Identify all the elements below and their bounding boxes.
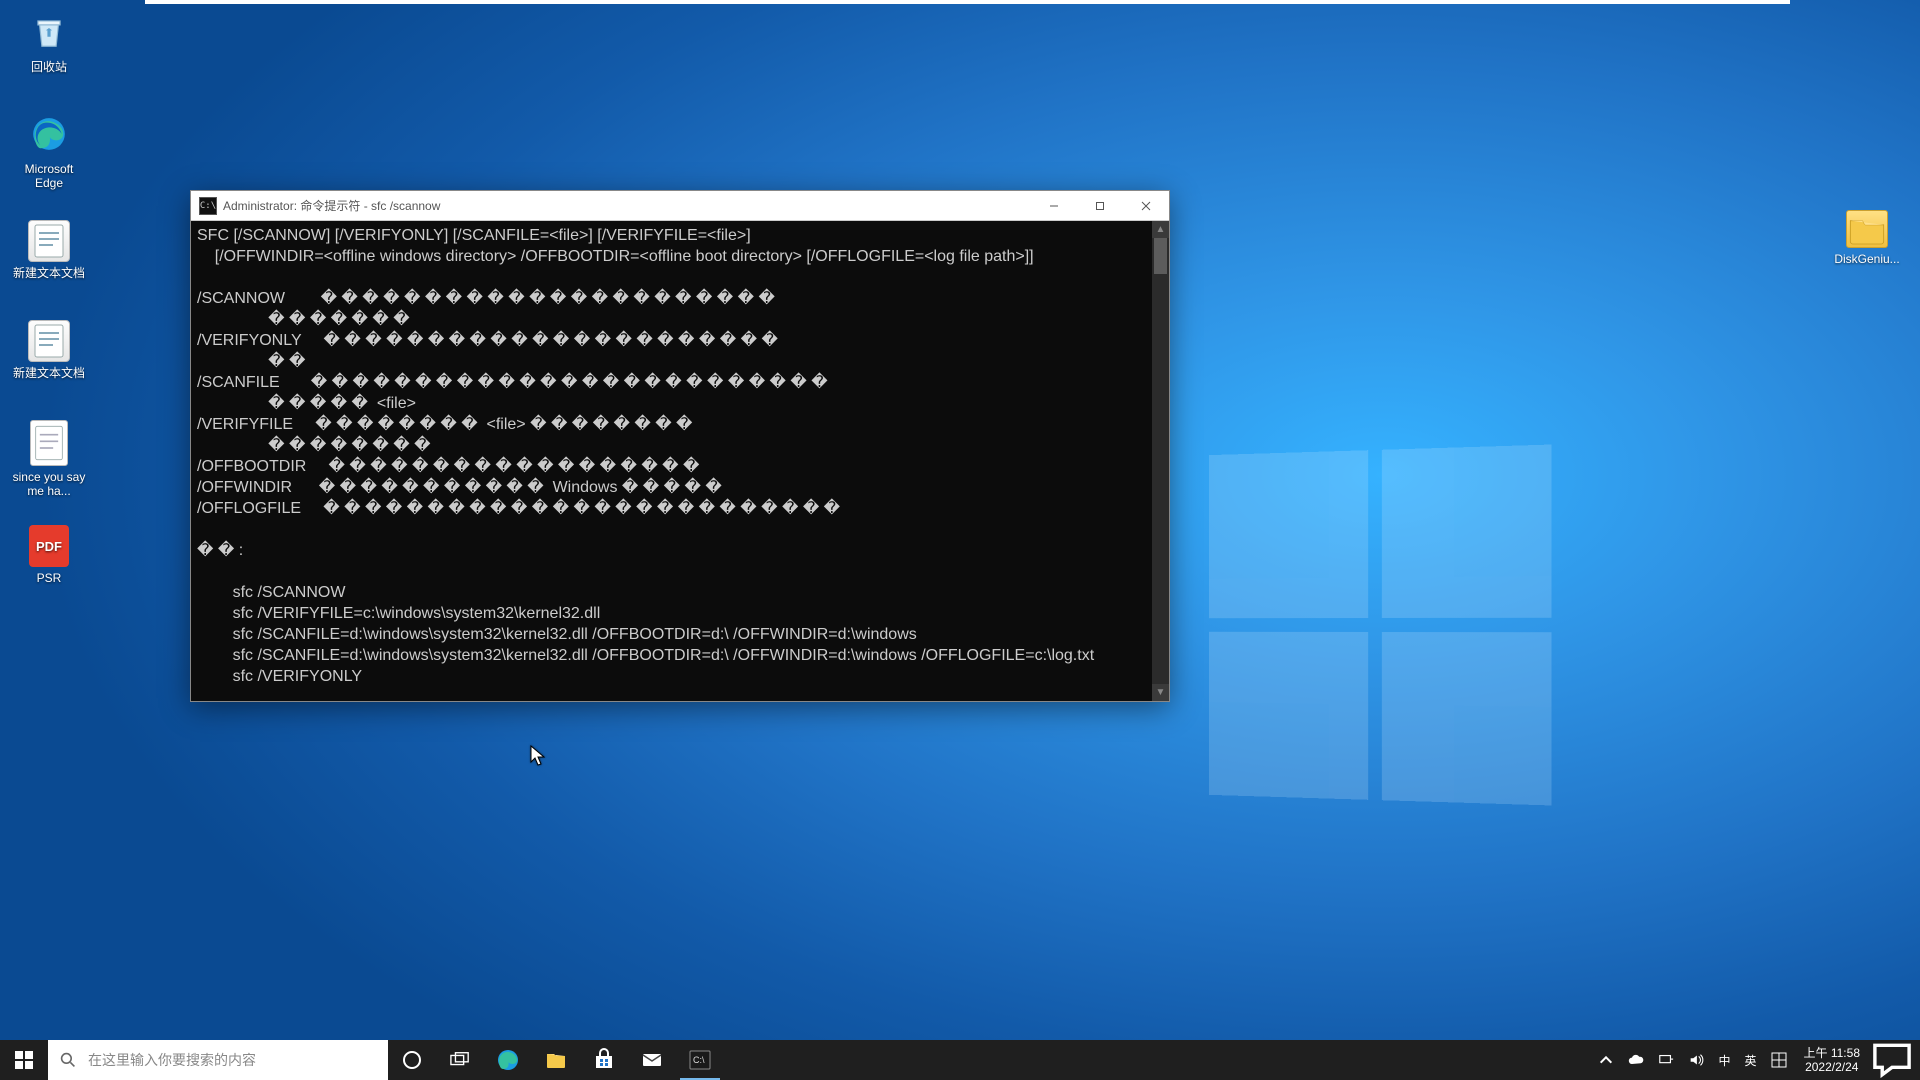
taskbar-date: 2022/2/24 (1804, 1060, 1860, 1074)
taskbar-app-edge[interactable] (484, 1040, 532, 1080)
scroll-thumb[interactable] (1154, 238, 1167, 274)
top-white-strip (145, 0, 1790, 4)
desktop-icon-diskgenius[interactable]: DiskGeniu... (1828, 210, 1906, 266)
cmd-line: sfc /VERIFYONLY (197, 668, 362, 685)
edge-icon (496, 1048, 520, 1072)
system-tray[interactable]: 中 英 上午 11:58 2022/2/24 (1591, 1040, 1920, 1080)
cmd-line: SFC [/SCANNOW] [/VERIFYONLY] [/SCANFILE=… (197, 227, 751, 244)
desktop-icon-label: Microsoft Edge (10, 162, 88, 190)
network-icon (1658, 1052, 1674, 1068)
desktop-icon-label: since you say me ha... (10, 470, 88, 498)
close-button[interactable] (1123, 191, 1169, 221)
desktop-icon-psr-pdf[interactable]: PDF PSR (10, 525, 88, 585)
desktop-icon-recycle-bin[interactable]: 回收站 (10, 8, 88, 74)
desktop-icon-label: PSR (10, 571, 88, 585)
desktop-icon-label: 新建文本文档 (10, 266, 88, 280)
cmd-line: � � (197, 353, 305, 370)
text-file-icon (30, 420, 68, 466)
notification-icon (1870, 1038, 1914, 1080)
cmd-line: � � � � � � � � (197, 437, 431, 454)
start-button[interactable] (0, 1040, 48, 1080)
cmd-line: /SCANFILE � � � � � � � � � � � � � � � … (197, 374, 828, 391)
text-file-icon (28, 220, 70, 262)
desktop-icon-since-you[interactable]: since you say me ha... (10, 420, 88, 498)
pdf-icon: PDF (29, 525, 69, 567)
volume-icon (1688, 1052, 1704, 1068)
tray-onedrive[interactable] (1621, 1040, 1651, 1080)
cmd-line: � � � � � � � (197, 311, 410, 328)
desktop-icon-textdoc-1[interactable]: 新建文本文档 (10, 220, 88, 280)
cmd-line: sfc /VERIFYFILE=c:\windows\system32\kern… (197, 605, 600, 622)
tray-volume[interactable] (1681, 1040, 1711, 1080)
taskbar-time: 上午 11:58 (1804, 1046, 1860, 1060)
cmd-window[interactable]: C:\ Administrator: 命令提示符 - sfc /scannow … (190, 190, 1170, 702)
desktop-icon-textdoc-2[interactable]: 新建文本文档 (10, 320, 88, 380)
cortana-button[interactable] (388, 1040, 436, 1080)
file-explorer-icon (544, 1048, 568, 1072)
recycle-bin-icon (25, 8, 73, 56)
store-icon (592, 1048, 616, 1072)
desktop-icon-edge[interactable]: Microsoft Edge (10, 110, 88, 190)
mouse-cursor-icon (530, 745, 546, 767)
scroll-up-arrow-icon[interactable]: ▲ (1152, 221, 1169, 238)
tray-ime-toggle[interactable] (1764, 1040, 1794, 1080)
cmd-line: /VERIFYFILE � � � � � � � � <file> � � �… (197, 416, 692, 433)
cmd-line: /VERIFYONLY � � � � � � � � � � � � � � … (197, 332, 778, 349)
text-file-icon (28, 320, 70, 362)
cmd-icon: C:\ (688, 1048, 712, 1072)
cmd-output[interactable]: SFC [/SCANNOW] [/VERIFYONLY] [/SCANFILE=… (191, 221, 1169, 701)
edge-icon (25, 110, 73, 158)
taskbar-search[interactable] (48, 1040, 388, 1080)
desktop-icon-label: DiskGeniu... (1828, 252, 1906, 266)
cmd-line: sfc /SCANNOW (197, 584, 345, 601)
chevron-up-icon (1598, 1052, 1614, 1068)
taskbar-app-store[interactable] (580, 1040, 628, 1080)
desktop-icon-label: 回收站 (10, 60, 88, 74)
cmd-line: /OFFWINDIR � � � � � � � � � � � Windows… (197, 479, 722, 496)
cmd-line: [/OFFWINDIR=<offline windows directory> … (197, 248, 1034, 265)
cmd-line: � � : (197, 542, 243, 559)
cmd-window-title: Administrator: 命令提示符 - sfc /scannow (223, 197, 440, 214)
taskbar-clock[interactable]: 上午 11:58 2022/2/24 (1794, 1046, 1870, 1074)
taskbar-app-explorer[interactable] (532, 1040, 580, 1080)
windows-logo-watermark (1209, 445, 1552, 806)
search-icon (48, 1052, 88, 1068)
action-center-button[interactable] (1870, 1038, 1914, 1080)
scroll-down-arrow-icon[interactable]: ▼ (1152, 684, 1169, 701)
tray-ime-lang[interactable]: 中 (1711, 1040, 1737, 1080)
cmd-app-icon: C:\ (199, 197, 217, 215)
taskbar-search-input[interactable] (88, 1052, 388, 1068)
task-view-icon (450, 1050, 470, 1070)
cmd-line: /OFFBOOTDIR � � � � � � � � � � � � � � … (197, 458, 699, 475)
desktop[interactable]: 回收站 Microsoft Edge 新建文本文档 新建文本文档 since y… (0, 0, 1920, 1080)
mail-icon (640, 1048, 664, 1072)
maximize-button[interactable] (1077, 191, 1123, 221)
taskbar[interactable]: C:\ 中 英 上午 11:58 2022/2/24 (0, 1040, 1920, 1080)
cmd-scrollbar[interactable]: ▲ ▼ (1152, 221, 1169, 701)
svg-text:C:\: C:\ (693, 1055, 705, 1065)
desktop-icon-label: 新建文本文档 (10, 366, 88, 380)
ime-grid-icon (1771, 1052, 1787, 1068)
cmd-line: sfc /SCANFILE=d:\windows\system32\kernel… (197, 647, 1094, 664)
task-view-button[interactable] (436, 1040, 484, 1080)
cmd-line: sfc /SCANFILE=d:\windows\system32\kernel… (197, 626, 917, 643)
taskbar-app-mail[interactable] (628, 1040, 676, 1080)
tray-network[interactable] (1651, 1040, 1681, 1080)
cloud-icon (1628, 1052, 1644, 1068)
tray-ime-mode[interactable]: 英 (1738, 1040, 1764, 1080)
taskbar-app-cmd[interactable]: C:\ (676, 1040, 724, 1080)
folder-icon (1846, 210, 1888, 248)
cmd-line: � � � � � <file> (197, 395, 416, 412)
minimize-button[interactable] (1031, 191, 1077, 221)
cmd-line: /SCANNOW � � � � � � � � � � � � � � � �… (197, 290, 775, 307)
cortana-icon (402, 1050, 422, 1070)
cmd-line: /OFFLOGFILE � � � � � � � � � � � � � � … (197, 500, 840, 517)
tray-overflow-button[interactable] (1591, 1040, 1621, 1080)
windows-logo-icon (14, 1050, 34, 1070)
cmd-titlebar[interactable]: C:\ Administrator: 命令提示符 - sfc /scannow (191, 191, 1169, 221)
